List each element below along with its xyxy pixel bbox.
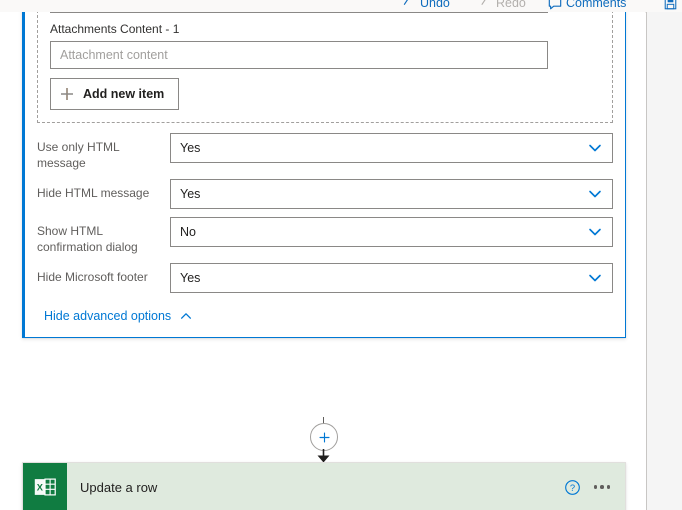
send-email-action-card[interactable]: Importance Normal [22,12,626,338]
chevron-down-icon [586,185,604,203]
parameter-label-use-only-html-message: Use only HTML message [37,140,120,170]
comment-bubble-icon [548,0,562,10]
comments-label: Comments [566,0,627,10]
comments-button[interactable]: Comments [548,0,626,12]
show-html-confirmation-dialog-value: No [180,225,196,239]
parameter-row-use-only-html-message: Use only HTML message Yes [37,133,613,171]
svg-text:X: X [37,482,44,492]
excel-icon: X [23,463,67,510]
hide-microsoft-footer-dropdown[interactable]: Yes [170,263,613,293]
chevron-down-icon [586,223,604,241]
help-question-icon[interactable]: ? [557,472,587,502]
plus-circle-icon[interactable] [310,423,338,451]
parameter-label-hide-microsoft-footer: Hide Microsoft footer [37,270,148,284]
hide-advanced-options-label: Hide advanced options [44,309,172,323]
ellipsis-icon[interactable] [587,472,617,502]
attachment-content-placeholder: Attachment content [60,48,168,62]
update-a-row-action-card[interactable]: X Update a row ? [22,462,626,510]
save-button[interactable] [664,0,677,12]
undo-arrow-icon [402,0,415,10]
attachment-content-input[interactable]: Attachment content [50,41,548,69]
step-connector [0,417,645,463]
chevron-up-icon [179,309,193,323]
parameter-label-hide-html-message: Hide HTML message [37,186,150,200]
hide-advanced-options-toggle[interactable]: Hide advanced options [44,309,193,323]
show-html-confirmation-dialog-dropdown[interactable]: No [170,217,613,247]
undo-label: Undo [420,0,450,10]
svg-text:?: ? [569,482,574,493]
update-a-row-title: Update a row [80,479,158,495]
parameter-row-hide-microsoft-footer: Hide Microsoft footer Yes [37,263,613,293]
ellipsis-dots [593,485,611,489]
attachments-array-group: T Attachments Name - 1 Attachment name A… [37,12,613,123]
chevron-down-icon [586,139,604,157]
save-disk-icon [664,0,677,10]
parameter-row-hide-html-message: Hide HTML message Yes [37,179,613,209]
parameter-label-show-html-confirmation-dialog: Show HTML confirmation dialog [37,224,138,254]
right-side-panel [646,12,682,510]
chevron-down-icon [586,269,604,287]
plus-icon [59,86,75,102]
down-arrow-icon [316,449,331,463]
hide-html-message-value: Yes [180,187,201,201]
attachment-name-input[interactable]: Attachment name [50,12,548,13]
redo-button[interactable]: Redo [478,0,526,12]
update-a-row-header[interactable]: X Update a row ? [23,463,625,510]
hide-html-message-dropdown[interactable]: Yes [170,179,613,209]
undo-button[interactable]: Undo [402,0,450,12]
redo-arrow-icon [478,0,491,10]
attachment-content-field-group: Attachments Content - 1 Attachment conte… [50,22,600,69]
flow-designer-canvas[interactable]: Importance Normal [0,12,645,510]
use-only-html-message-value: Yes [180,141,201,155]
add-new-item-button[interactable]: Add new item [50,78,180,110]
redo-label: Redo [496,0,526,10]
hide-microsoft-footer-value: Yes [180,271,201,285]
parameter-row-show-html-confirmation-dialog: Show HTML confirmation dialog No [37,217,613,255]
attachment-content-label: Attachments Content - 1 [50,22,180,36]
use-only-html-message-dropdown[interactable]: Yes [170,133,613,163]
add-new-item-label: Add new item [83,87,165,101]
attachment-name-field-group: Attachments Name - 1 Attachment name [50,12,600,13]
